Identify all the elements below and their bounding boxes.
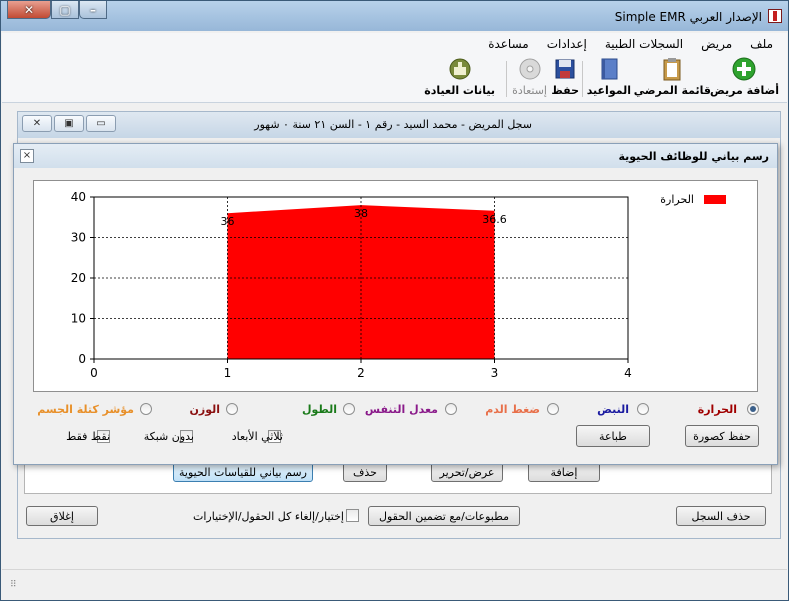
print-chart-button[interactable]: طباعة	[576, 425, 650, 447]
legend-swatch	[704, 195, 726, 204]
radio-weight-label: الوزن	[189, 403, 220, 416]
checkbox-3d-label: ثلاثي الأبعاد	[231, 430, 283, 443]
main-title-bar[interactable]: الإصدار العربي Simple EMR ✕ ▢ –	[1, 1, 788, 31]
clinic-icon	[449, 58, 471, 80]
window-minimize-button[interactable]: –	[79, 1, 107, 19]
checkbox-points-only-label: نقط فقط	[66, 430, 110, 443]
appointments-button[interactable]: المواعيد	[587, 55, 631, 101]
appointments-label: المواعيد	[586, 84, 631, 97]
x-tick-label: 0	[90, 366, 98, 380]
save-label: حفظ	[551, 84, 579, 97]
data-label: 36	[221, 215, 235, 228]
delete-button[interactable]: حذف	[343, 462, 387, 482]
select-all-checkbox[interactable]	[346, 509, 359, 522]
menu-file[interactable]: ملف	[750, 37, 773, 51]
delete-record-button[interactable]: حذف السجل	[676, 506, 766, 526]
x-tick-label: 2	[357, 366, 365, 380]
menu-patient[interactable]: مريض	[701, 37, 732, 51]
data-label: 36.6	[482, 213, 507, 226]
x-tick-label: 3	[491, 366, 499, 380]
radio-height-label: الطول	[301, 403, 337, 416]
y-tick-label: 40	[71, 190, 86, 204]
select-all-label: إختيار/إلغاء كل الحقول/الإختيارات	[193, 510, 344, 523]
save-button[interactable]: حفظ	[551, 55, 579, 101]
restore-button[interactable]: إستعادة	[512, 55, 547, 101]
menu-help[interactable]: مساعدة	[488, 37, 529, 51]
radio-temperature-label: الحرارة	[697, 403, 737, 416]
radio-weight[interactable]	[226, 403, 238, 415]
app-icon	[768, 9, 782, 23]
patient-record-title: سجل المريض - محمد السيد - رقم ١ - السن ٢…	[254, 118, 532, 131]
radio-pulse[interactable]	[637, 403, 649, 415]
y-tick-label: 20	[71, 271, 86, 285]
checkbox-no-grid-label: بدون شبكة	[143, 430, 194, 443]
radio-blood-pressure[interactable]	[547, 403, 559, 415]
book-icon	[601, 58, 618, 80]
window-title: الإصدار العربي Simple EMR	[614, 10, 762, 24]
clipboard-icon	[663, 58, 681, 81]
menu-bar: ملف مريض السجلات الطبية إعدادات مساعدة	[2, 33, 787, 55]
disc-icon	[519, 58, 541, 80]
toolbar-separator	[506, 61, 507, 97]
restore-label: إستعادة	[512, 84, 547, 97]
chart-dialog-title: رسم بياني للوظائف الحيوية	[618, 150, 769, 163]
patient-list-label: قائمة المرضي	[633, 84, 711, 97]
window-maximize-button[interactable]: ▢	[51, 1, 79, 19]
menu-medical-records[interactable]: السجلات الطبية	[605, 37, 683, 51]
y-tick-label: 0	[78, 352, 86, 366]
radio-pulse-label: النبض	[597, 403, 629, 416]
add-button[interactable]: إضافة	[528, 462, 600, 482]
chart-area: 0 10 20 30 40 0 1 2 3 4 36 38 36.6 الحرارة	[33, 180, 758, 392]
radio-bmi-label: مؤشر كتلة الجسم	[37, 403, 134, 416]
y-tick-label: 10	[71, 312, 86, 326]
status-bar: ⠿	[2, 569, 787, 599]
y-tick-label: 30	[71, 231, 86, 245]
vitals-chart-dialog: × رسم بياني للوظائف الحيوية 0 10 20 30 40 0 1 2…	[13, 143, 778, 465]
floppy-disk-icon	[555, 59, 575, 79]
x-tick-label: 4	[624, 366, 632, 380]
print-with-fields-button[interactable]: مطبوعات/مع تضمين الحقول	[368, 506, 520, 526]
radio-temperature[interactable]	[747, 403, 759, 415]
add-patient-button[interactable]: أضافة مريض	[710, 55, 779, 101]
add-patient-label: أضافة مريض	[709, 84, 779, 97]
radio-respiration[interactable]	[445, 403, 457, 415]
radio-height[interactable]	[343, 403, 355, 415]
radio-bmi[interactable]	[140, 403, 152, 415]
dialog-close-icon[interactable]: ×	[20, 149, 34, 163]
toolbar-separator	[582, 61, 583, 97]
record-minimize-button[interactable]: ▭	[86, 115, 116, 132]
record-close-button[interactable]: ✕	[22, 115, 52, 132]
vitals-chart: 0102030400 1 2 3 43638 36.6الحرارة	[71, 190, 726, 380]
x-tick-label: 1	[224, 366, 232, 380]
radio-blood-pressure-label: ضغط الدم	[485, 403, 540, 416]
window-close-button[interactable]: ✕	[7, 1, 51, 19]
chart-dialog-title-bar[interactable]: × رسم بياني للوظائف الحيوية	[14, 144, 777, 168]
patient-list-button[interactable]: قائمة المرضي	[634, 55, 711, 101]
resize-grip-icon[interactable]: ⠿	[10, 580, 17, 590]
view-edit-button[interactable]: عرض/تحرير	[431, 462, 503, 482]
clinic-data-button[interactable]: بيانات العيادة	[424, 55, 495, 101]
plus-circle-icon	[732, 57, 756, 81]
record-maximize-button[interactable]: ▣	[54, 115, 84, 132]
data-label: 38	[354, 207, 368, 220]
toolbar: أضافة مريض قائمة المرضي المواعيد حفظ إست…	[2, 55, 787, 103]
save-as-image-button[interactable]: حفظ كصورة	[685, 425, 759, 447]
legend-label: الحرارة	[660, 193, 694, 206]
patient-record-title-bar[interactable]: سجل المريض - محمد السيد - رقم ١ - السن ٢…	[18, 112, 780, 138]
vitals-chart-button[interactable]: رسم بياني للقياسات الحيوية	[173, 462, 313, 482]
close-button[interactable]: إغلاق	[26, 506, 98, 526]
clinic-data-label: بيانات العيادة	[424, 84, 495, 97]
radio-respiration-label: معدل التنفس	[364, 403, 438, 416]
menu-settings[interactable]: إعدادات	[547, 37, 587, 51]
